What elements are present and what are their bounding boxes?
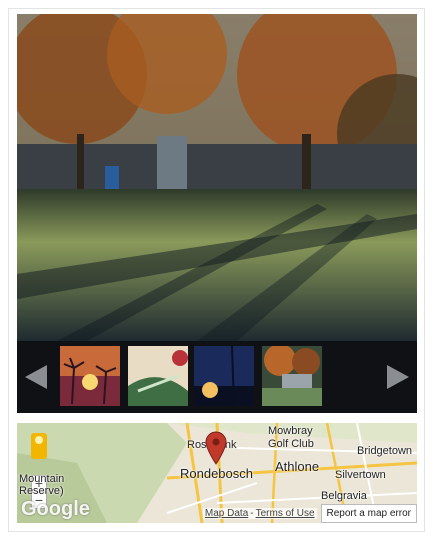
- google-logo: Google: [21, 498, 90, 520]
- thumbnail-strip: [17, 341, 417, 413]
- label-mowbray: Mowbray: [268, 425, 313, 437]
- label-silvertown: Silvertown: [335, 469, 386, 481]
- label-rondebosch: Rondebosch: [180, 466, 253, 481]
- label-athlone: Athlone: [275, 459, 320, 474]
- thumbnail-autumn-tree-building[interactable]: [262, 346, 322, 406]
- next-arrow-icon[interactable]: [387, 365, 409, 389]
- label-reserve-a: Mountain: [19, 473, 65, 485]
- map-widget[interactable]: + − Mowbray Golf Club Rosebank Rondebosc…: [17, 423, 417, 523]
- map-footer: Map Data - Terms of Use Report a map err…: [202, 504, 417, 523]
- label-reserve-b: Reserve): [19, 485, 64, 497]
- thumbnail-green-fabric[interactable]: [128, 346, 188, 406]
- prev-arrow-icon[interactable]: [25, 365, 47, 389]
- thumbnail-sunset-palms[interactable]: [60, 346, 120, 406]
- label-bridgetown: Bridgetown: [357, 445, 413, 457]
- thumbnail-night-sky-pole[interactable]: [194, 346, 254, 406]
- map-data-link[interactable]: Map Data: [202, 508, 251, 519]
- main-photo: [17, 14, 417, 341]
- label-belgravia: Belgravia: [321, 490, 367, 502]
- street-view-pegman-icon[interactable]: [31, 433, 47, 459]
- report-map-error-button[interactable]: Report a map error: [320, 504, 417, 523]
- location-pin-icon[interactable]: [205, 431, 227, 465]
- terms-link[interactable]: Terms of Use: [253, 508, 317, 519]
- label-golf-club: Golf Club: [268, 438, 314, 450]
